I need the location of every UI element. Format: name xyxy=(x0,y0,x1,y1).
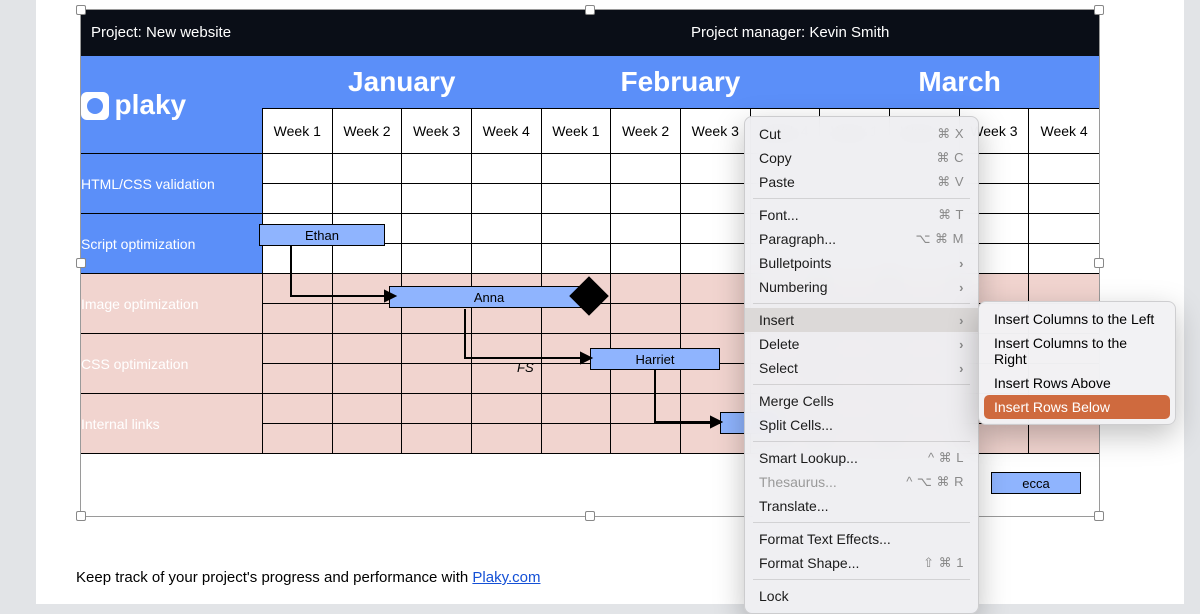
month-header: January xyxy=(262,56,541,109)
menu-item-label: Lock xyxy=(759,588,789,604)
gantt-bar[interactable]: Harriet xyxy=(590,348,720,370)
menu-item[interactable]: Delete › xyxy=(745,332,978,356)
plaky-logo-icon xyxy=(81,92,109,120)
gantt-bar[interactable]: ecca xyxy=(991,472,1081,494)
project-label: Project: New website xyxy=(81,10,681,56)
menu-item-label: Format Text Effects... xyxy=(759,531,891,547)
menu-item-label: Numbering xyxy=(759,279,827,295)
menu-item-shortcut: › xyxy=(959,313,964,328)
menu-item-shortcut: ⌥ ⌘ M xyxy=(915,231,964,247)
menu-item[interactable]: Cut ⌘ X xyxy=(745,122,978,146)
menu-item-label: Select xyxy=(759,360,798,376)
chevron-right-icon: › xyxy=(959,280,964,295)
menu-item-label: Insert xyxy=(759,312,794,328)
menu-item-label: Copy xyxy=(759,150,792,166)
menu-item-label: Cut xyxy=(759,126,781,142)
context-submenu[interactable]: Insert Columns to the LeftInsert Columns… xyxy=(978,301,1176,425)
assignee: ecca xyxy=(1022,476,1049,491)
week-header: Week 2 xyxy=(332,109,402,154)
menu-item-label: Translate... xyxy=(759,498,829,514)
chevron-right-icon: › xyxy=(959,256,964,271)
resize-handle[interactable] xyxy=(76,511,86,521)
chevron-right-icon: › xyxy=(959,361,964,376)
task-label[interactable]: CSS optimization xyxy=(81,334,263,394)
submenu-item[interactable]: Insert Columns to the Left xyxy=(984,307,1170,331)
week-header: Week 3 xyxy=(402,109,472,154)
manager-label: Project manager: Kevin Smith xyxy=(680,10,1099,56)
menu-item-label: Bulletpoints xyxy=(759,255,831,271)
submenu-item[interactable]: Insert Rows Below xyxy=(984,395,1170,419)
chevron-right-icon: › xyxy=(959,313,964,328)
menu-item-label: Thesaurus... xyxy=(759,474,837,490)
menu-item-label: Paragraph... xyxy=(759,231,836,247)
menu-item[interactable]: Merge Cells xyxy=(745,389,978,413)
month-header: February xyxy=(541,56,820,109)
menu-item[interactable]: Lock xyxy=(745,584,978,608)
menu-item-label: Smart Lookup... xyxy=(759,450,858,466)
menu-item-label: Delete xyxy=(759,336,799,352)
menu-item[interactable]: Paste ⌘ V xyxy=(745,170,978,194)
menu-item-shortcut: › xyxy=(959,337,964,352)
menu-item[interactable]: Split Cells... xyxy=(745,413,978,437)
menu-item-shortcut: › xyxy=(959,280,964,295)
week-header: Week 4 xyxy=(1029,109,1100,154)
menu-item-label: Font... xyxy=(759,207,799,223)
menu-item-shortcut: ^ ⌘ L xyxy=(928,450,964,466)
chevron-right-icon: › xyxy=(959,337,964,352)
menu-item-shortcut: › xyxy=(959,256,964,271)
context-menu[interactable]: Cut ⌘ X Copy ⌘ C Paste ⌘ V Font... ⌘ T Paragraph… xyxy=(744,116,979,614)
task-label[interactable]: Image optimization xyxy=(81,274,263,334)
week-header: Week 1 xyxy=(262,109,332,154)
menu-item[interactable]: Select › xyxy=(745,356,978,380)
week-header: Week 3 xyxy=(680,109,750,154)
menu-item[interactable]: Paragraph... ⌥ ⌘ M xyxy=(745,227,978,251)
menu-item[interactable]: Smart Lookup... ^ ⌘ L xyxy=(745,446,978,470)
gantt-bar[interactable]: Ethan xyxy=(259,224,385,246)
menu-item-shortcut: ⌘ C xyxy=(937,150,965,166)
menu-item[interactable]: Translate... xyxy=(745,494,978,518)
menu-item[interactable]: Insert › xyxy=(745,308,978,332)
task-label[interactable]: Internal links xyxy=(81,394,263,454)
submenu-item[interactable]: Insert Columns to the Right xyxy=(984,331,1170,371)
menu-item[interactable]: Numbering › xyxy=(745,275,978,299)
menu-item-shortcut: ⌘ X xyxy=(937,126,964,142)
assignee: Anna xyxy=(474,290,504,305)
menu-item-label: Split Cells... xyxy=(759,417,833,433)
menu-item[interactable]: Copy ⌘ C xyxy=(745,146,978,170)
assignee: Ethan xyxy=(305,228,339,243)
task-label[interactable]: Script optimization xyxy=(81,214,263,274)
resize-handle[interactable] xyxy=(585,511,595,521)
menu-item[interactable]: Font... ⌘ T xyxy=(745,203,978,227)
menu-item: Thesaurus... ^ ⌥ ⌘ R xyxy=(745,470,978,494)
month-header: March xyxy=(820,56,1100,109)
resize-handle[interactable] xyxy=(1094,511,1104,521)
plaky-link[interactable]: Plaky.com xyxy=(472,569,540,586)
menu-item-shortcut: ⇧ ⌘ 1 xyxy=(923,555,964,571)
footer-caption: Keep track of your project's progress an… xyxy=(76,569,540,586)
week-header: Week 2 xyxy=(611,109,681,154)
menu-item-shortcut: ⌘ V xyxy=(937,174,964,190)
menu-item[interactable]: Format Text Effects... xyxy=(745,527,978,551)
task-label[interactable]: HTML/CSS validation xyxy=(81,154,263,214)
menu-item-shortcut: ^ ⌥ ⌘ R xyxy=(906,474,964,490)
menu-item-shortcut: ⌘ T xyxy=(938,207,964,223)
menu-item-label: Merge Cells xyxy=(759,393,834,409)
brand-cell: plaky xyxy=(81,56,263,154)
menu-item[interactable]: Format Shape... ⇧ ⌘ 1 xyxy=(745,551,978,575)
gantt-bar[interactable]: Anna xyxy=(389,286,589,308)
week-header: Week 1 xyxy=(541,109,611,154)
menu-item-label: Paste xyxy=(759,174,795,190)
assignee: Harriet xyxy=(635,352,674,367)
menu-item[interactable]: Bulletpoints › xyxy=(745,251,978,275)
week-header: Week 4 xyxy=(471,109,541,154)
submenu-item[interactable]: Insert Rows Above xyxy=(984,371,1170,395)
menu-item-label: Format Shape... xyxy=(759,555,859,571)
brand-name: plaky xyxy=(115,89,187,120)
menu-item-shortcut: › xyxy=(959,361,964,376)
